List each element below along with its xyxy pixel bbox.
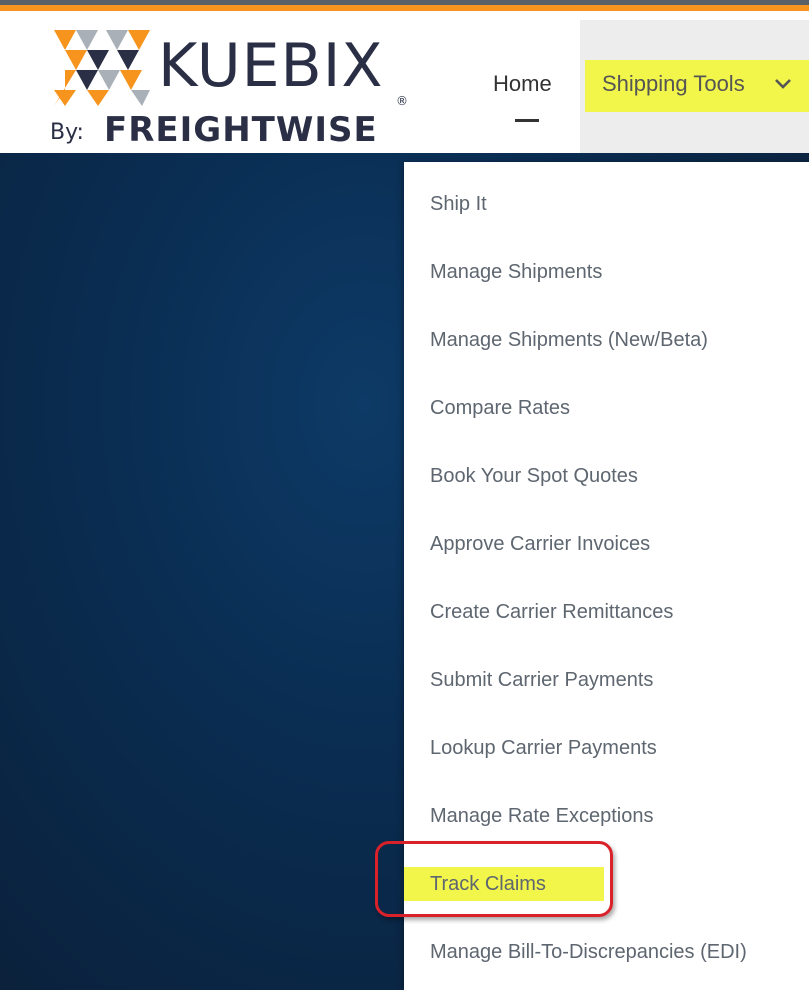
menu-item-submit-carrier-payments[interactable]: Submit Carrier Payments [430,665,653,695]
menu-item-approve-carrier-invoices[interactable]: Approve Carrier Invoices [430,529,650,559]
menu-item-lookup-carrier-payments[interactable]: Lookup Carrier Payments [430,733,657,763]
nav-home-active-indicator [515,119,539,122]
registered-mark: ® [396,94,408,108]
callout-highlight-box [375,841,613,917]
menu-item-create-carrier-remittances[interactable]: Create Carrier Remittances [430,597,673,627]
menu-item-manage-rate-exceptions[interactable]: Manage Rate Exceptions [430,801,653,831]
menu-item-book-spot-quotes[interactable]: Book Your Spot Quotes [430,461,638,491]
menu-item-ship-it[interactable]: Ship It [430,189,487,219]
brand-company: FREIGHTWISE [104,110,378,150]
brand-by: By: [50,120,84,145]
menu-item-manage-shipments-beta[interactable]: Manage Shipments (New/Beta) [430,325,708,355]
top-accent-stripe [0,0,809,20]
kuebix-logo-icon [54,30,150,106]
brand-logo[interactable]: KUEBIX ® By: FREIGHTWISE [50,26,420,150]
nav-home-link[interactable]: Home [493,71,552,97]
chevron-down-icon [775,79,791,89]
brand-name: KUEBIX [158,31,384,101]
menu-item-manage-bill-to-discrepancies[interactable]: Manage Bill-To-Discrepancies (EDI) [430,937,747,967]
menu-item-manage-shipments[interactable]: Manage Shipments [430,257,602,287]
nav-shipping-tools-button[interactable]: Shipping Tools [585,60,809,112]
site-header: KUEBIX ® By: FREIGHTWISE Home Shipping T… [0,20,809,153]
nav-shipping-tools-label: Shipping Tools [602,71,745,96]
menu-item-compare-rates[interactable]: Compare Rates [430,393,570,423]
